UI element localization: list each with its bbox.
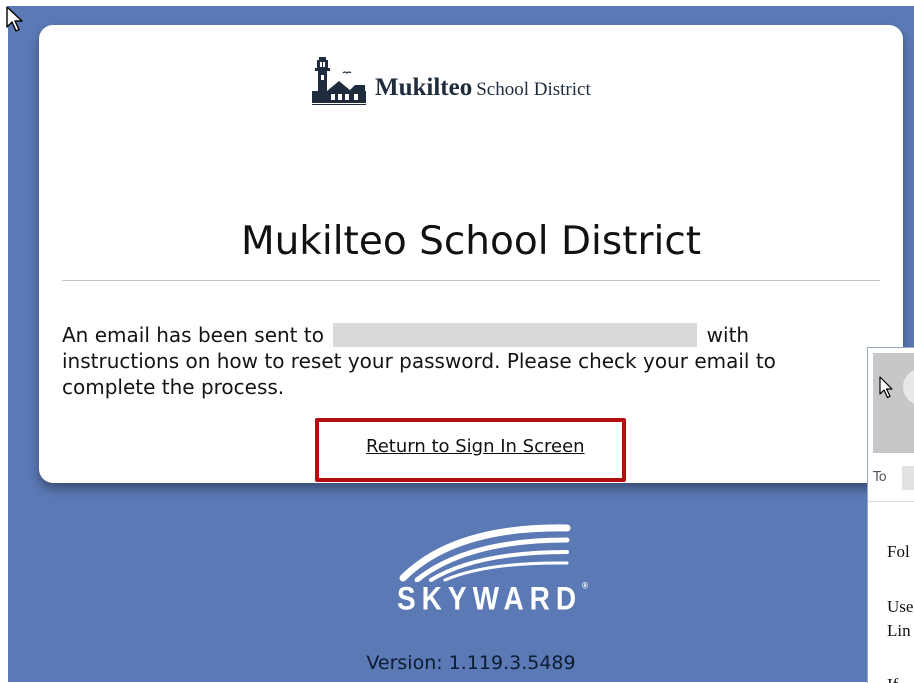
email-to-field (902, 466, 914, 490)
mouse-cursor-icon (6, 6, 23, 32)
version-label: Version: 1.119.3.5489 (366, 652, 576, 674)
email-body-line: Fol (887, 542, 910, 561)
title-divider (62, 280, 880, 281)
message-part1: An email has been sent to (62, 323, 324, 347)
reset-message: An email has been sent to with instructi… (62, 322, 872, 400)
logo-name: Mukilteo (375, 74, 473, 101)
logo-suffix: School District (476, 79, 591, 100)
district-logo: Mukilteo School District (309, 47, 591, 107)
avatar (873, 353, 914, 453)
return-to-sign-in-link[interactable]: Return to Sign In Screen (366, 436, 585, 457)
email-to-label: To (873, 470, 887, 485)
email-body-line: Lin (887, 621, 911, 640)
redacted-email (333, 323, 698, 347)
email-divider (868, 501, 914, 502)
mouse-cursor-icon (879, 376, 893, 399)
lighthouse-icon (312, 57, 366, 105)
skyward-name: SKYWARD (397, 580, 583, 617)
skyward-logo-icon (399, 524, 571, 582)
skyward-wordmark: SKYWARD® (397, 580, 589, 617)
page-title: Mukilteo School District (240, 219, 702, 264)
email-preview-panel[interactable]: To Fol Use Lin If (867, 347, 914, 683)
email-body-line: Use (887, 597, 914, 616)
